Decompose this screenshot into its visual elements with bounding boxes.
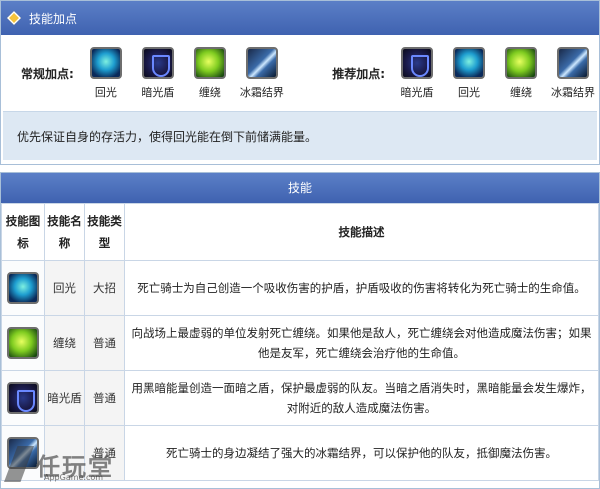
- anguang-shield-skill-icon: [141, 46, 174, 79]
- frost-barrier-skill-icon: [7, 437, 39, 469]
- skill-item[interactable]: 冰霜结界: [547, 46, 599, 100]
- skill-item[interactable]: 缠绕: [184, 46, 236, 100]
- skill-caption: 回光: [458, 85, 480, 99]
- skill-item[interactable]: 回光: [80, 46, 132, 100]
- normal-points-group: 回光 暗光盾 缠绕 冰霜结界: [80, 46, 288, 100]
- skills-table: 技能图标 技能名称 技能类型 技能描述 回光 大招 死亡骑士为自己创造一个吸收伤…: [1, 203, 599, 481]
- skill-caption: 缠绕: [510, 85, 532, 99]
- skill-caption: 暗光盾: [400, 85, 434, 99]
- skill-type-cell: 普通: [84, 425, 125, 481]
- skill-desc-cell: 向战场上最虚弱的单位发射死亡缠绕。如果他是敌人，死亡缠绕会对他造成魔法伤害；如果…: [124, 315, 599, 371]
- anguang-shield-skill-icon: [401, 46, 433, 79]
- tip-text: 优先保证自身的存活力，使得回光能在倒下前储满能量。: [17, 129, 318, 144]
- skill-name-cell: 缠绕: [44, 315, 85, 371]
- skill-points-title: 技能加点: [29, 11, 78, 26]
- skill-desc-cell: 死亡骑士的身边凝结了强大的冰霜结界，可以保护他的队友，抵御魔法伤害。: [124, 425, 599, 481]
- skill-item[interactable]: 暗光盾: [132, 46, 184, 100]
- table-row: 普通 死亡骑士的身边凝结了强大的冰霜结界，可以保护他的队友，抵御魔法伤害。: [1, 425, 599, 481]
- skill-caption: 缠绕: [198, 85, 221, 99]
- table-header-row: 技能图标 技能名称 技能类型 技能描述: [1, 203, 599, 261]
- skill-points-header: 技能加点: [1, 1, 599, 35]
- skill-type-cell: 大招: [84, 260, 125, 316]
- frost-barrier-skill-icon: [557, 46, 589, 79]
- skill-name-cell: 回光: [44, 260, 85, 316]
- skill-item[interactable]: 回光: [443, 46, 495, 100]
- skill-item[interactable]: 冰霜结界: [236, 46, 288, 100]
- table-row: 缠绕 普通 向战场上最虚弱的单位发射死亡缠绕。如果他是敌人，死亡缠绕会对他造成魔…: [1, 315, 599, 371]
- skill-name-cell: [44, 425, 85, 481]
- anguang-shield-skill-icon: [7, 382, 39, 414]
- skill-desc-cell: 用黑暗能量创造一面暗之盾，保护最虚弱的队友。当暗之盾消失时，黑暗能量会发生爆炸，…: [124, 370, 599, 426]
- skill-desc-cell: 死亡骑士为自己创造一个吸收伤害的护盾，护盾吸收的伤害将转化为死亡骑士的生命值。: [124, 260, 599, 316]
- points-row: 常规加点: 回光 暗光盾 缠绕 冰霜结界 推荐加点: 暗光盾 回光 缠绕 冰霜结…: [1, 35, 599, 111]
- skill-type-cell: 普通: [84, 370, 125, 426]
- skill-caption: 冰霜结界: [551, 85, 595, 99]
- frost-barrier-skill-icon: [245, 46, 278, 79]
- col-header-icon: 技能图标: [1, 203, 45, 261]
- col-header-desc: 技能描述: [124, 203, 599, 261]
- huiguang-skill-icon: [89, 46, 122, 79]
- skill-caption: 暗光盾: [141, 85, 175, 99]
- tip-box: 优先保证自身的存活力，使得回光能在倒下前储满能量。: [3, 111, 597, 160]
- skill-name-cell: 暗光盾: [44, 370, 85, 426]
- recommended-points-group: 暗光盾 回光 缠绕 冰霜结界: [391, 46, 599, 100]
- col-header-name: 技能名称: [44, 203, 85, 261]
- normal-points-label: 常规加点:: [21, 66, 74, 81]
- diamond-icon: [7, 11, 21, 25]
- skill-points-panel: 技能加点 常规加点: 回光 暗光盾 缠绕 冰霜结界 推荐加点: 暗光盾 回光 缠…: [0, 0, 600, 165]
- table-row: 回光 大招 死亡骑士为自己创造一个吸收伤害的护盾，护盾吸收的伤害将转化为死亡骑士…: [1, 260, 599, 316]
- skill-item[interactable]: 缠绕: [495, 46, 547, 100]
- skills-section: 技能 技能图标 技能名称 技能类型 技能描述 回光 大招 死亡骑士为自己创造一个…: [0, 172, 600, 489]
- chanrao-skill-icon: [505, 46, 537, 79]
- huiguang-skill-icon: [453, 46, 485, 79]
- huiguang-skill-icon: [7, 272, 39, 304]
- skill-item[interactable]: 暗光盾: [391, 46, 443, 100]
- table-row: 暗光盾 普通 用黑暗能量创造一面暗之盾，保护最虚弱的队友。当暗之盾消失时，黑暗能…: [1, 370, 599, 426]
- recommended-points-label: 推荐加点:: [332, 66, 385, 81]
- chanrao-skill-icon: [7, 327, 39, 359]
- skills-header: 技能: [1, 173, 599, 203]
- skill-caption: 冰霜结界: [239, 85, 284, 99]
- col-header-type: 技能类型: [84, 203, 125, 261]
- chanrao-skill-icon: [193, 46, 226, 79]
- skill-caption: 回光: [94, 85, 117, 99]
- skill-type-cell: 普通: [84, 315, 125, 371]
